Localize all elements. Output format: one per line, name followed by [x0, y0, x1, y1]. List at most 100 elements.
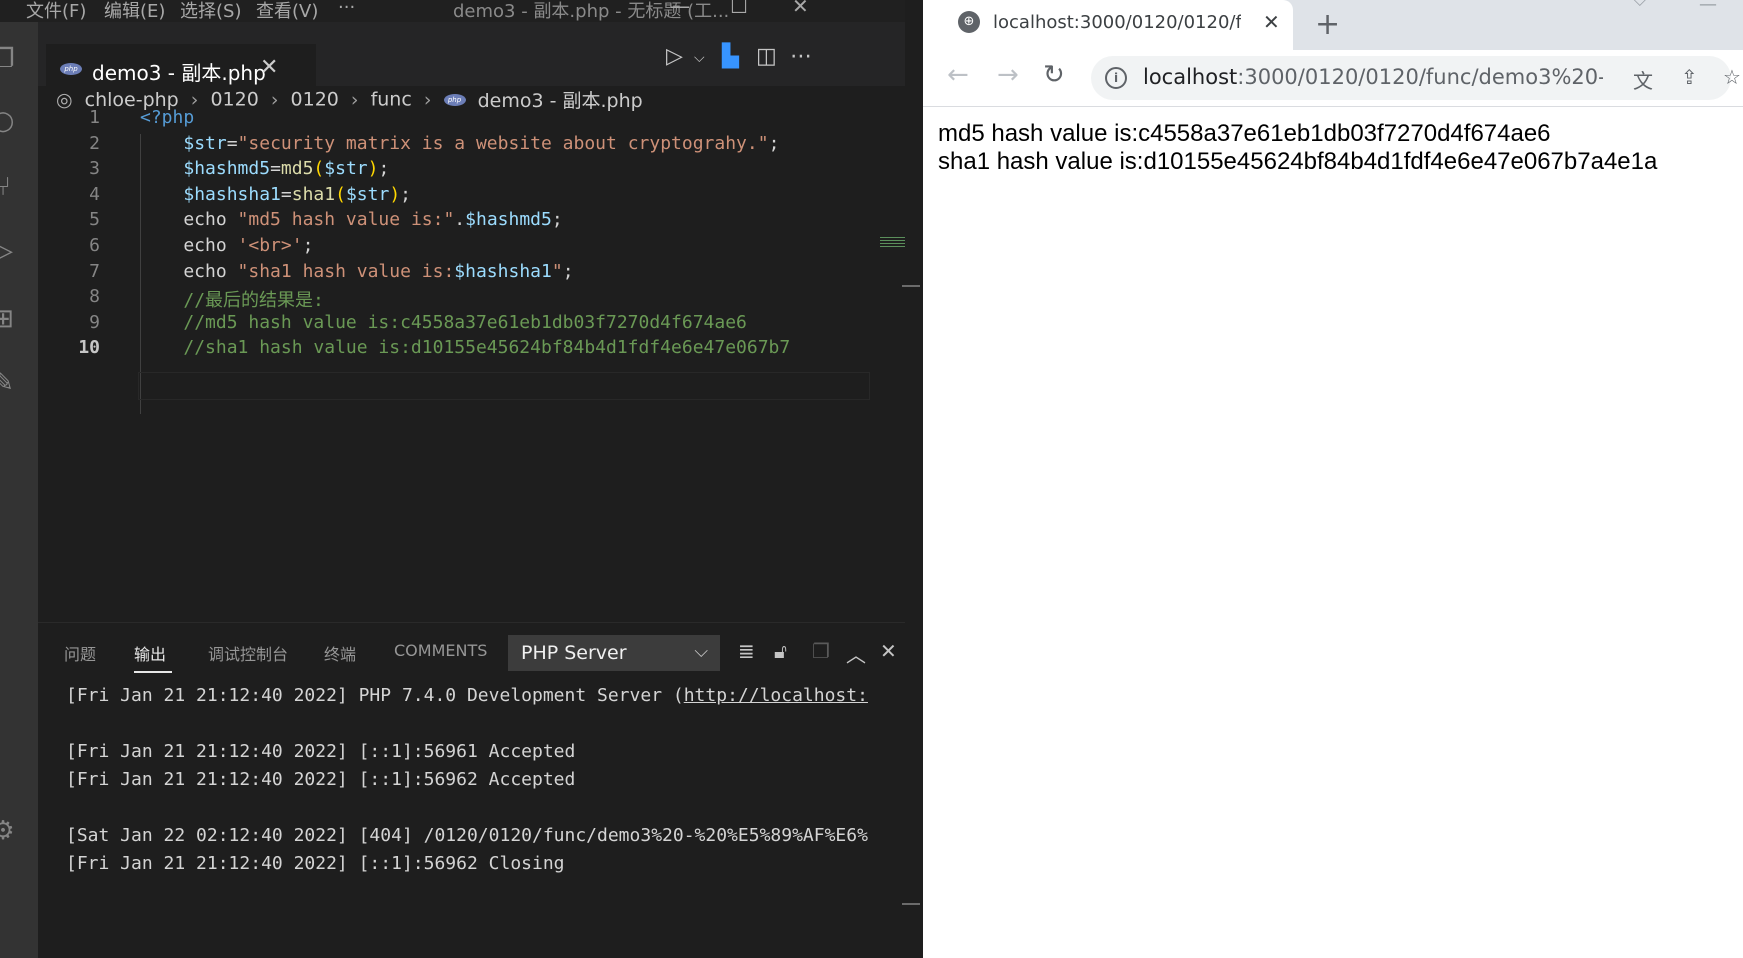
php-server-icon[interactable]: ▙ — [722, 44, 739, 69]
extensions-icon[interactable]: ⊞ — [0, 302, 20, 336]
output-line: [Fri Jan 21 21:12:40 2022] [::1]:56961 A… — [66, 741, 576, 762]
code-token: echo — [140, 209, 238, 231]
run-icon[interactable]: ▷ — [666, 44, 683, 69]
menu-view[interactable]: 查看(V) — [256, 0, 318, 23]
menu-file[interactable]: 文件(F) — [26, 0, 86, 23]
page-content: md5 hash value is:c4558a37e61eb1db03f727… — [938, 120, 1657, 176]
code-line[interactable]: 2 $str="security matrix is a website abo… — [38, 133, 908, 161]
code-token: $str — [345, 183, 390, 205]
page-text-line: sha1 hash value is:d10155e45624bf84b4d1f… — [938, 148, 1658, 175]
code-token: //md5 hash value is:c4558a37e61eb1db03f7… — [183, 311, 747, 333]
panel-tab-problems[interactable]: 问题 — [64, 641, 96, 665]
line-number: 10 — [78, 337, 100, 359]
code-token: ( — [335, 183, 346, 205]
search-icon[interactable]: ○ — [0, 104, 20, 138]
code-token: //最后的结果是: — [183, 290, 324, 312]
explorer-icon[interactable]: ❐ — [0, 42, 20, 76]
more-actions-icon[interactable]: ⋯ — [790, 44, 812, 69]
code-editor[interactable]: 1 <?php 2 $str="security matrix is a websi… — [38, 107, 923, 622]
line-number: 2 — [89, 132, 100, 154]
close-panel-icon[interactable]: ✕ — [880, 639, 897, 663]
code-text: echo "md5 hash value is:".$hashmd5; — [140, 209, 563, 231]
address-url[interactable]: localhost:3000/0120/0120/func/demo3%20-.… — [1143, 65, 1603, 89]
code-token: ; — [551, 209, 563, 231]
site-info-icon[interactable]: i — [1105, 67, 1127, 89]
translate-icon[interactable]: 文 — [1633, 65, 1653, 94]
browser-window: ⊕ localhost:3000/0120/0120/func ✕ + ⌵ — … — [923, 0, 1743, 958]
code-line[interactable]: 10 //sha1 hash value is:d10155e45624bf84… — [38, 337, 908, 365]
panel-scrollbar-thumb[interactable] — [902, 903, 920, 905]
remote-icon[interactable]: ✎ — [0, 366, 20, 400]
lock-scroll-icon[interactable]: 🔓︎ — [774, 639, 787, 663]
line-number: 6 — [89, 235, 100, 256]
code-token: $str — [183, 132, 227, 154]
menu-selection[interactable]: 选择(S) — [180, 0, 241, 23]
run-debug-icon[interactable]: ▷ — [0, 234, 20, 268]
browser-tab-title: localhost:3000/0120/0120/func — [993, 12, 1241, 33]
code-text: <?php — [140, 107, 194, 128]
code-line[interactable]: 1 <?php — [38, 107, 908, 135]
code-token: echo — [140, 235, 238, 256]
panel-tab-terminal[interactable]: 终端 — [324, 641, 356, 665]
copy-icon[interactable]: ❐ — [812, 639, 830, 663]
code-token: sha1 — [291, 183, 336, 205]
panel-tab-comments[interactable]: COMMENTS — [394, 641, 487, 660]
code-line[interactable]: 3 $hashmd5=md5($str); — [38, 158, 908, 186]
line-number: 1 — [89, 107, 100, 128]
clear-output-icon[interactable]: ≣ — [738, 639, 755, 663]
code-text: $hashsha1=sha1($str); — [140, 184, 411, 205]
editor-scrollbar-thumb[interactable] — [902, 285, 920, 287]
output-line: [Fri Jan 21 21:12:40 2022] [::1]:56962 A… — [66, 769, 576, 790]
code-token: ; — [400, 183, 411, 205]
close-tab-icon[interactable]: ✕ — [1263, 10, 1280, 34]
code-token: $hashsha1 — [454, 260, 552, 282]
reload-icon[interactable]: ↻ — [1043, 60, 1065, 90]
code-line[interactable]: 7 echo "sha1 hash value is:$hashsha1"; — [38, 261, 908, 289]
minimize-icon[interactable]: — — [1699, 0, 1717, 15]
output-link[interactable]: http://localhost: — [684, 685, 868, 706]
browser-tab[interactable]: ⊕ localhost:3000/0120/0120/func ✕ — [923, 0, 1293, 50]
code-token: ( — [313, 158, 325, 180]
share-icon[interactable]: ⇪ — [1681, 65, 1698, 89]
code-token: $str — [324, 158, 368, 180]
editor-scroll-gutter — [905, 0, 923, 958]
activity-bar: ❐ ○ ⑂ ▷ ⊞ ✎ ⚙ — [0, 22, 38, 958]
settings-gear-icon[interactable]: ⚙ — [0, 814, 20, 848]
maximize-panel-icon[interactable]: ︿ — [846, 639, 866, 668]
panel-tab-debug-console[interactable]: 调试控制台 — [208, 641, 288, 665]
new-tab-icon[interactable]: + — [1315, 7, 1340, 42]
chevron-down-icon[interactable]: ⌵ — [1633, 0, 1647, 11]
code-token: //sha1 hash value is:d10155e45624bf84b4d… — [183, 337, 791, 359]
back-icon[interactable]: ← — [947, 60, 969, 90]
code-line[interactable]: 6 echo '<br>'; — [38, 235, 908, 263]
close-tab-icon[interactable]: ✕ — [260, 55, 278, 80]
source-control-icon[interactable]: ⑂ — [0, 170, 20, 204]
close-window-icon[interactable]: ✕ — [792, 0, 809, 18]
code-line[interactable]: 8 //最后的结果是: — [38, 286, 908, 314]
split-editor-icon[interactable]: ◫ — [756, 44, 777, 69]
menu-more[interactable]: ··· — [338, 0, 355, 18]
code-token: $hashsha1 — [183, 183, 281, 205]
forward-icon[interactable]: → — [997, 60, 1019, 90]
panel-tab-output[interactable]: 输出 — [134, 641, 166, 665]
code-token: ) — [367, 158, 379, 180]
chevron-down-icon[interactable]: ⌵ — [694, 50, 705, 66]
bookmark-star-icon[interactable]: ☆ — [1723, 65, 1741, 89]
maximize-icon[interactable]: ☐ — [730, 0, 748, 18]
line-number: 7 — [89, 260, 100, 282]
code-line[interactable]: 4 $hashsha1=sha1($str); — [38, 184, 908, 212]
vscode-window: 文件(F) 编辑(E) 选择(S) 查看(V) ··· demo3 - 副本.p… — [0, 0, 923, 958]
menu-edit[interactable]: 编辑(E) — [104, 0, 165, 23]
code-line[interactable]: 9 //md5 hash value is:c4558a37e61eb1db03… — [38, 312, 908, 340]
output-channel-select[interactable]: PHP Server ⌵ — [508, 635, 720, 671]
address-bar[interactable]: i localhost:3000/0120/0120/func/demo3%20… — [1091, 56, 1741, 100]
code-token: ; — [768, 132, 780, 154]
code-line[interactable]: 5 echo "md5 hash value is:".$hashmd5; — [38, 209, 908, 237]
minimize-icon[interactable]: — — [670, 0, 690, 18]
line-number: 4 — [89, 183, 100, 205]
code-token: = — [280, 183, 292, 205]
code-token: "security matrix is a website about cryp… — [237, 132, 769, 154]
